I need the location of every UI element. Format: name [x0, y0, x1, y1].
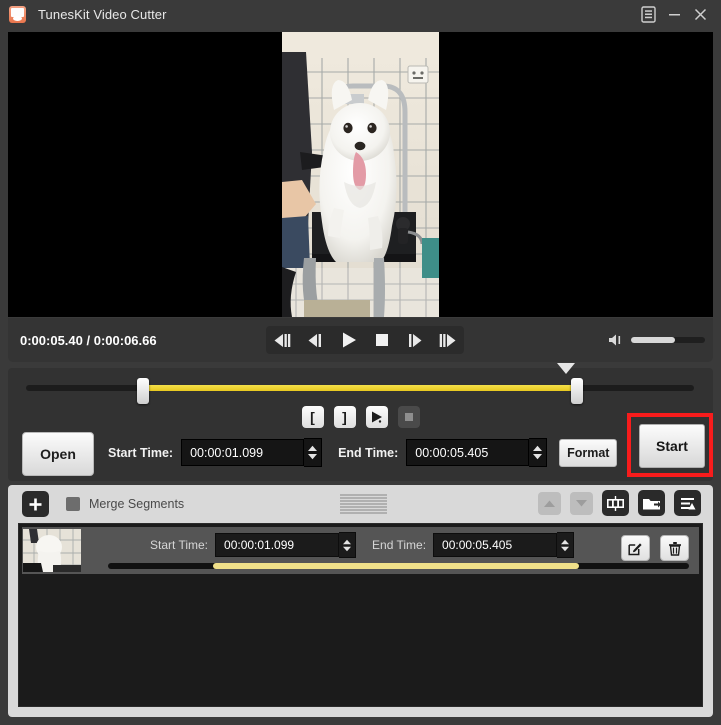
segment-range-bar[interactable]: [108, 563, 689, 569]
trim-timeline[interactable]: [26, 363, 694, 404]
app-logo-icon: [9, 6, 26, 23]
mark-button-group: [ ]: [8, 406, 713, 428]
menu-icon[interactable]: [635, 2, 661, 28]
play-button[interactable]: [336, 328, 362, 352]
volume-slider[interactable]: [631, 337, 705, 343]
segment-actions: [621, 535, 689, 561]
segment-start-time-input[interactable]: 00:00:01.099: [215, 533, 340, 557]
start-button[interactable]: Start: [639, 424, 705, 468]
preview-stop-button[interactable]: [397, 406, 420, 428]
playback-controls: [266, 326, 464, 354]
segments-list: Start Time: 00:00:01.099 End Time: 00:00…: [18, 523, 703, 707]
trim-panel: [ ] Open Start Time: 00:00:01.099 End Ti…: [8, 363, 713, 481]
segment-time-fields: Start Time: 00:00:01.099 End Time: 00:00…: [150, 532, 575, 558]
chevron-up-icon[interactable]: [538, 491, 561, 515]
merge-segments-checkbox-box[interactable]: [66, 497, 80, 511]
end-time-input[interactable]: 00:00:05.405: [406, 439, 530, 466]
film-strip-icon[interactable]: [602, 490, 629, 516]
segment-range-fill: [212, 563, 579, 569]
start-time-input[interactable]: 00:00:01.099: [181, 439, 305, 466]
volume-control[interactable]: [607, 332, 705, 348]
video-preview-stage[interactable]: [8, 32, 713, 317]
playhead-marker[interactable]: [556, 363, 575, 374]
segment-end-time-label: End Time:: [372, 538, 427, 552]
trash-icon[interactable]: [660, 535, 689, 561]
close-icon[interactable]: [687, 2, 713, 28]
format-button[interactable]: Format: [559, 438, 618, 467]
title-bar: TunesKit Video Cutter: [0, 0, 721, 29]
end-time-stepper[interactable]: [529, 438, 548, 467]
merge-segments-label: Merge Segments: [89, 497, 185, 511]
segments-toolbar: Merge Segments: [8, 485, 713, 523]
end-time-label: End Time:: [338, 445, 399, 460]
segment-end-time-stepper[interactable]: [557, 532, 575, 558]
trim-selected-range: [142, 385, 578, 391]
start-time-stepper[interactable]: [304, 438, 323, 467]
window-title: TunesKit Video Cutter: [38, 7, 167, 22]
merge-segments-checkbox[interactable]: Merge Segments: [66, 497, 184, 511]
tuneskit-video-cutter-window: TunesKit Video Cutter 0:00:05.40 / 0:00:…: [0, 0, 721, 725]
segment-row[interactable]: Start Time: 00:00:01.099 End Time: 00:00…: [22, 527, 699, 574]
preview-play-button[interactable]: [365, 406, 388, 428]
video-frame: [282, 32, 439, 317]
list-settings-icon[interactable]: [674, 490, 701, 516]
transport-bar: 0:00:05.40 / 0:00:06.66: [8, 318, 713, 362]
start-time-label: Start Time:: [108, 445, 174, 460]
minimize-icon[interactable]: [661, 2, 687, 28]
chevron-down-icon[interactable]: [570, 491, 593, 515]
mark-in-button[interactable]: [: [301, 406, 324, 428]
step-forward-fast-button[interactable]: [435, 328, 461, 352]
trim-end-handle[interactable]: [571, 378, 584, 404]
trim-start-handle[interactable]: [136, 378, 149, 404]
edit-icon[interactable]: [621, 535, 650, 561]
volume-icon[interactable]: [607, 332, 625, 348]
segments-tool-group: [538, 490, 701, 516]
segment-start-time-stepper[interactable]: [339, 532, 357, 558]
time-readout: 0:00:05.40 / 0:00:06.66: [20, 332, 157, 348]
mark-out-button[interactable]: ]: [333, 406, 356, 428]
volume-slider-fill: [631, 337, 676, 343]
step-back-fast-button[interactable]: [270, 328, 296, 352]
stop-button[interactable]: [369, 328, 395, 352]
step-back-button[interactable]: [303, 328, 329, 352]
time-fields-row: Start Time: 00:00:01.099 End Time: 00:00…: [108, 438, 618, 467]
add-segment-button[interactable]: [22, 491, 49, 517]
segment-thumbnail: [23, 529, 81, 572]
segment-end-time-input[interactable]: 00:00:05.405: [433, 533, 558, 557]
open-button[interactable]: Open: [22, 432, 94, 476]
segment-start-time-label: Start Time:: [150, 538, 209, 552]
export-folder-icon[interactable]: [638, 490, 665, 516]
segments-panel: Merge Segments Start Time: 00:00:01.099 …: [8, 485, 713, 717]
drag-grip-icon[interactable]: [340, 494, 387, 514]
step-forward-button[interactable]: [402, 328, 428, 352]
